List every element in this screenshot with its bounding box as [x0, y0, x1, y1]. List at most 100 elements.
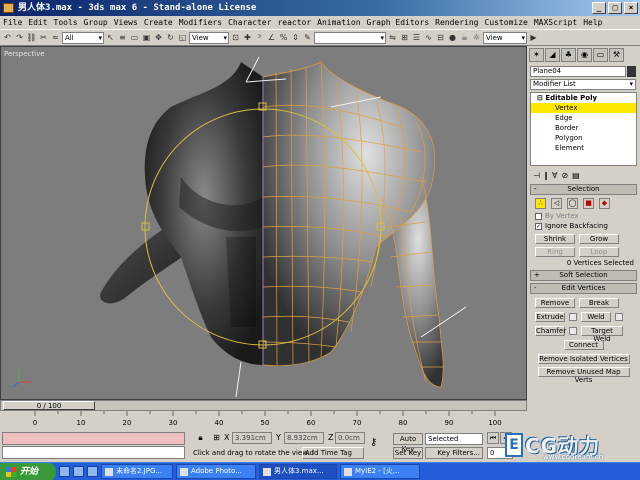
- taskbar-item-photoshop[interactable]: Adobe Photo...: [176, 464, 256, 479]
- key-icon[interactable]: ⚷: [370, 437, 377, 448]
- object-name-field[interactable]: Plane04: [530, 66, 636, 77]
- quicklaunch-media-icon[interactable]: [87, 466, 98, 477]
- mirror-icon[interactable]: ⇋: [387, 32, 398, 44]
- select-object-icon[interactable]: ↖: [105, 32, 116, 44]
- stack-item-element[interactable]: Element: [531, 143, 636, 153]
- extrude-settings-button[interactable]: [569, 313, 577, 321]
- angle-snap-icon[interactable]: ∠: [266, 32, 277, 44]
- maxscript-listener-mini[interactable]: [2, 432, 185, 445]
- soft-selection-rollout-header[interactable]: + Soft Selection: [530, 270, 637, 281]
- z-coordinate-field[interactable]: 0.0cm: [335, 432, 365, 444]
- select-by-name-icon[interactable]: ≡: [117, 32, 128, 44]
- auto-key-button[interactable]: Auto Key: [393, 433, 423, 453]
- menu-graph-editors[interactable]: Graph Editors: [367, 16, 430, 29]
- track-bar[interactable]: 0 10 20 30 40 50 60 70 80 90 100: [0, 411, 527, 428]
- polygon-level-icon[interactable]: ■: [583, 197, 594, 209]
- edit-vertices-rollout-header[interactable]: - Edit Vertices: [530, 283, 637, 294]
- modifier-list-dropdown[interactable]: Modifier List ▾: [530, 79, 636, 90]
- menu-file[interactable]: File: [3, 16, 22, 29]
- element-level-icon[interactable]: ◆: [599, 197, 610, 209]
- remove-isolated-vertices-button[interactable]: Remove Isolated Vertices: [537, 354, 630, 364]
- create-tab-icon[interactable]: ✶: [529, 48, 544, 62]
- menu-animation[interactable]: Animation: [317, 16, 360, 29]
- perspective-viewport[interactable]: Perspective: [0, 46, 527, 400]
- grow-button[interactable]: Grow: [579, 234, 619, 244]
- motion-tab-icon[interactable]: ◉: [577, 48, 592, 62]
- start-button[interactable]: 开始: [0, 462, 56, 480]
- render-scene-icon[interactable]: ☕: [459, 32, 470, 44]
- maxscript-input-mini[interactable]: [2, 446, 185, 459]
- remove-button[interactable]: Remove: [535, 298, 575, 308]
- torso-model[interactable]: [1, 47, 527, 400]
- loop-button[interactable]: Loop: [579, 247, 619, 257]
- menu-modifiers[interactable]: Modifiers: [179, 16, 222, 29]
- lock-selection-icon[interactable]: 🔒︎: [196, 433, 205, 443]
- utilities-tab-icon[interactable]: ⚒: [609, 48, 624, 62]
- spinner-snap-icon[interactable]: ⇕: [290, 32, 301, 44]
- menu-views[interactable]: Views: [114, 16, 138, 29]
- stack-item-vertex[interactable]: Vertex: [531, 103, 636, 113]
- modifier-stack[interactable]: ⊟ Editable Poly Vertex Edge Border Polyg…: [530, 92, 637, 166]
- selection-filter-dropdown[interactable]: All: [62, 31, 104, 44]
- menu-help[interactable]: Help: [583, 16, 602, 29]
- connect-button[interactable]: Connect: [563, 340, 604, 350]
- schematic-view-icon[interactable]: ⊟: [435, 32, 446, 44]
- selection-rollout-header[interactable]: - Selection: [530, 184, 637, 195]
- key-mode-dropdown[interactable]: Selected: [425, 433, 483, 445]
- bind-space-warp-icon[interactable]: ≈: [50, 32, 61, 44]
- pivot-center-icon[interactable]: ⊡: [230, 32, 241, 44]
- key-filters-button[interactable]: Key Filters...: [425, 447, 483, 459]
- show-end-result-icon[interactable]: ‖: [544, 171, 548, 180]
- render-last-icon[interactable]: ▶: [528, 32, 539, 44]
- align-icon[interactable]: ⊞: [399, 32, 410, 44]
- maximize-button[interactable]: □: [608, 2, 622, 14]
- render-type-dropdown[interactable]: View: [483, 31, 527, 44]
- target-weld-button[interactable]: Target Weld: [581, 326, 623, 343]
- menu-create[interactable]: Create: [144, 16, 173, 29]
- edit-named-selection-icon[interactable]: ✎: [302, 32, 313, 44]
- undo-icon[interactable]: ↶: [2, 32, 13, 44]
- reference-coord-dropdown[interactable]: View: [189, 31, 229, 44]
- select-move-icon[interactable]: ✥: [153, 32, 164, 44]
- stack-item-border[interactable]: Border: [531, 123, 636, 133]
- ring-button[interactable]: Ring: [535, 247, 575, 257]
- menu-customize[interactable]: Customize: [485, 16, 528, 29]
- snaps-toggle-icon[interactable]: ³: [254, 32, 265, 44]
- viewport-label[interactable]: Perspective: [4, 50, 45, 58]
- remove-modifier-icon[interactable]: ⊘: [561, 171, 568, 180]
- configure-modifier-sets-icon[interactable]: ▤: [572, 171, 580, 180]
- quicklaunch-ie-icon[interactable]: [59, 466, 70, 477]
- named-selection-dropdown[interactable]: [314, 31, 386, 44]
- extrude-button[interactable]: Extrude: [535, 312, 565, 322]
- break-button[interactable]: Break: [579, 298, 619, 308]
- y-coordinate-field[interactable]: 8.932cm: [284, 432, 324, 444]
- display-tab-icon[interactable]: ▭: [593, 48, 608, 62]
- redo-icon[interactable]: ↷: [14, 32, 25, 44]
- set-key-button[interactable]: Set Key: [393, 447, 423, 459]
- percent-snap-icon[interactable]: %: [278, 32, 289, 44]
- x-coordinate-field[interactable]: 3.391cm: [232, 432, 272, 444]
- border-level-icon[interactable]: ◯: [567, 197, 578, 209]
- hierarchy-tab-icon[interactable]: ♣: [561, 48, 576, 62]
- minimize-button[interactable]: _: [592, 2, 606, 14]
- object-color-swatch[interactable]: [627, 66, 636, 77]
- curve-editor-icon[interactable]: ∿: [423, 32, 434, 44]
- chamfer-button[interactable]: Chamfer: [535, 326, 566, 336]
- select-manipulate-icon[interactable]: ✚: [242, 32, 253, 44]
- pin-stack-icon[interactable]: ⊣: [533, 171, 540, 180]
- menu-reactor[interactable]: reactor: [277, 16, 311, 29]
- modify-tab-icon[interactable]: ◢: [545, 48, 560, 62]
- go-to-start-icon[interactable]: ⏮: [487, 432, 499, 444]
- select-rotate-icon[interactable]: ↻: [165, 32, 176, 44]
- link-icon[interactable]: ⛓: [26, 32, 37, 44]
- weld-settings-button[interactable]: [615, 313, 623, 321]
- quick-render-icon[interactable]: ☼: [471, 32, 482, 44]
- time-slider[interactable]: 0 / 100: [0, 400, 527, 411]
- time-slider-thumb[interactable]: 0 / 100: [3, 401, 95, 410]
- add-time-tag-button[interactable]: Add Time Tag: [302, 447, 364, 459]
- taskbar-item-image[interactable]: 未命名2.JPG...: [101, 464, 173, 479]
- menu-edit[interactable]: Edit: [28, 16, 47, 29]
- chamfer-settings-button[interactable]: [569, 327, 577, 335]
- menu-rendering[interactable]: Rendering: [435, 16, 478, 29]
- menu-tools[interactable]: Tools: [54, 16, 78, 29]
